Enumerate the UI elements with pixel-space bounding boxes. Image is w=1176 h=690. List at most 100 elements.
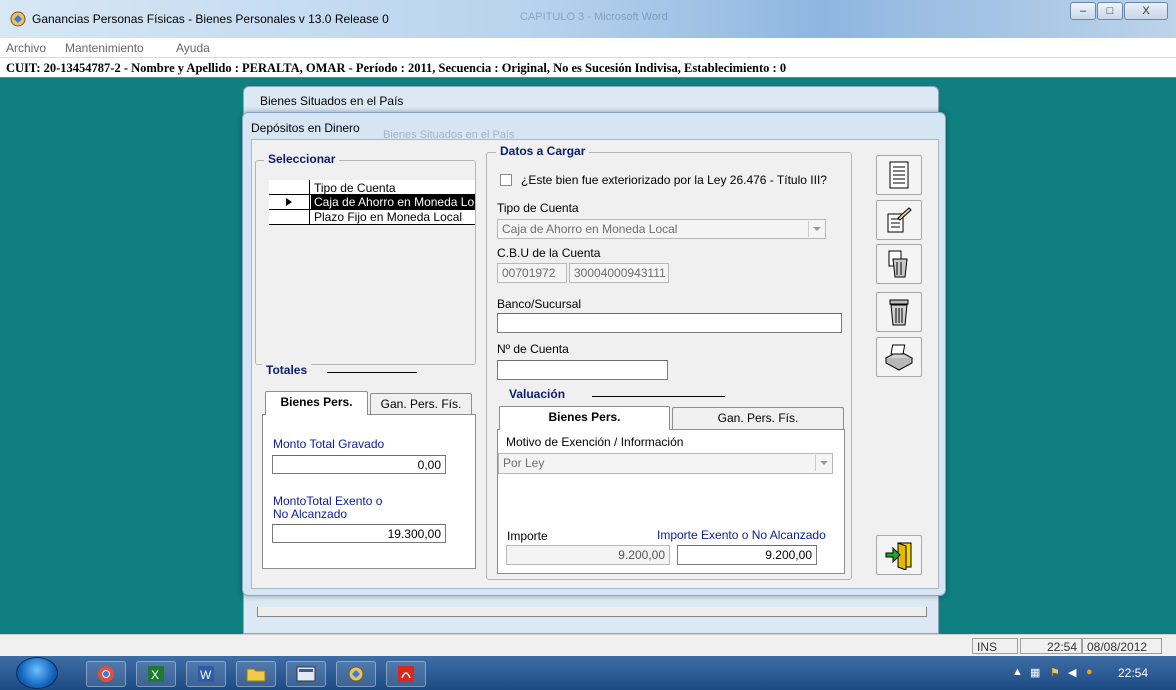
maximize-button[interactable]: □: [1097, 2, 1123, 20]
taskbar-afip[interactable]: [286, 661, 326, 687]
trash-icon: [889, 299, 909, 326]
taxpayer-info-text: CUIT: 20-13454787-2 - Nombre y Apellido …: [6, 61, 787, 75]
tray-arrow-icon[interactable]: ▲: [1012, 666, 1023, 678]
motivo-select[interactable]: Por Ley: [498, 453, 833, 474]
folder-icon: [246, 668, 266, 682]
exteriorizado-label: ¿Este bien fue exteriorizado por la Ley …: [521, 173, 827, 187]
monto-total-gravado-label: Monto Total Gravado: [273, 437, 385, 451]
taskbar-excel[interactable]: X: [136, 661, 176, 687]
list-item-label: Plazo Fijo en Moneda Local: [314, 210, 463, 224]
chevron-down-icon[interactable]: [808, 221, 824, 237]
chevron-down-icon[interactable]: [815, 455, 831, 471]
tipo-cuenta-list: Tipo de Cuenta Caja de Ahorro en Moneda …: [269, 180, 475, 225]
print-button[interactable]: [876, 337, 922, 377]
totales-label: Totales: [262, 363, 312, 377]
status-date: 08/08/2012: [1082, 638, 1162, 654]
importe-label: Importe: [507, 529, 548, 543]
svg-text:X: X: [151, 668, 159, 682]
chrome-icon: [98, 666, 114, 682]
valuacion-rule: [592, 396, 725, 397]
pdf-icon: [398, 666, 414, 682]
tab-valuacion-bienes-pers[interactable]: Bienes Pers.: [499, 406, 670, 430]
edit-record-button[interactable]: [876, 200, 922, 240]
tab-totales-bienes-pers[interactable]: Bienes Pers.: [265, 391, 368, 415]
cbu-part2-field[interactable]: 30004000943111: [569, 263, 669, 283]
exit-button[interactable]: [876, 535, 922, 575]
tray-network-icon[interactable]: ▦: [1030, 666, 1040, 679]
excel-icon: X: [148, 666, 164, 682]
list-item[interactable]: Plazo Fijo en Moneda Local: [269, 210, 475, 225]
cbu-part1-field[interactable]: 00701972: [497, 263, 567, 283]
numero-cuenta-input[interactable]: [497, 360, 668, 380]
numero-cuenta-label: Nº de Cuenta: [497, 342, 569, 356]
svg-text:W: W: [200, 668, 212, 682]
seleccionar-label: Seleccionar: [264, 152, 340, 166]
tab-totales-gan-pers-fis[interactable]: Gan. Pers. Fís.: [370, 393, 472, 415]
tipo-cuenta-select[interactable]: Caja de Ahorro en Moneda Local: [497, 219, 826, 239]
minimize-icon: –: [1079, 5, 1087, 17]
valuacion-label: Valuación: [505, 387, 570, 401]
monto-total-gravado-field[interactable]: 0,00: [272, 455, 446, 474]
importe-exento-field[interactable]: 9.200,00: [677, 545, 817, 565]
tab-valuacion-gan-pers-fis[interactable]: Gan. Pers. Fís.: [672, 407, 844, 429]
motivo-value: Por Ley: [503, 456, 545, 470]
start-button[interactable]: [16, 657, 58, 689]
list-row-indicator: [269, 195, 310, 210]
exteriorizado-checkbox[interactable]: [500, 174, 512, 186]
tray-flag-icon[interactable]: ⚑: [1050, 666, 1060, 679]
taskbar-app[interactable]: [336, 661, 376, 687]
insert-mode-indicator: INS: [972, 638, 1018, 654]
close-icon: X: [1142, 5, 1150, 17]
totales-rule: [327, 372, 417, 373]
close-button[interactable]: X: [1124, 2, 1168, 20]
monto-exento-label-1: MontoTotal Exento o: [273, 494, 383, 508]
banco-sucursal-input[interactable]: [497, 313, 842, 333]
taxpayer-info-bar: CUIT: 20-13454787-2 - Nombre y Apellido …: [0, 58, 1176, 78]
cbu-label: C.B.U de la Cuenta: [497, 246, 601, 260]
trash-button[interactable]: [876, 292, 922, 332]
parent-window-frame: [257, 607, 927, 617]
app-icon: [348, 666, 364, 682]
tipo-cuenta-value: Caja de Ahorro en Moneda Local: [502, 222, 678, 236]
motivo-label: Motivo de Exención / Información: [506, 435, 684, 449]
tipo-cuenta-label: Tipo de Cuenta: [497, 201, 579, 215]
maximize-icon: □: [1106, 5, 1114, 17]
status-time: 22:54: [1020, 638, 1082, 654]
word-icon: W: [198, 666, 214, 682]
monto-exento-field[interactable]: 19.300,00: [272, 524, 446, 543]
delete-record-button[interactable]: [876, 244, 922, 284]
menu-ayuda[interactable]: Ayuda: [176, 41, 210, 55]
taskbar-pdf[interactable]: [386, 661, 426, 687]
document-icon: [889, 161, 909, 189]
list-item-label: Caja de Ahorro en Moneda Lo: [311, 195, 475, 210]
afip-icon: [296, 666, 316, 682]
list-indicator-column: [269, 180, 310, 195]
delete-icon: [888, 250, 908, 278]
taskbar: X W ▲ ▦ ⚑ ◀ ● 22:54: [0, 656, 1176, 690]
menu-mantenimiento[interactable]: Mantenimiento: [65, 41, 144, 55]
new-record-button[interactable]: [876, 155, 922, 195]
parent-window-title: Bienes Situados en el País: [260, 94, 404, 108]
title-bar: Ganancias Personas Físicas - Bienes Pers…: [0, 0, 1176, 38]
edit-icon: [887, 207, 912, 233]
taskbar-clock[interactable]: 22:54: [1118, 666, 1148, 680]
tray-volume-icon[interactable]: ◀: [1068, 666, 1076, 679]
exit-icon: [885, 542, 912, 570]
monto-exento-label-2: No Alcanzado: [273, 507, 348, 521]
datos-a-cargar-label: Datos a Cargar: [496, 144, 590, 158]
list-header: Tipo de Cuenta: [269, 180, 475, 195]
list-item[interactable]: Caja de Ahorro en Moneda Lo: [269, 195, 475, 210]
taskbar-word[interactable]: W: [186, 661, 226, 687]
list-header-label: Tipo de Cuenta: [314, 181, 396, 195]
status-bar: INS 22:54 08/08/2012: [0, 634, 1176, 656]
row-pointer-icon: [286, 198, 292, 206]
dialog-title: Depósitos en Dinero: [251, 121, 360, 135]
menu-bar: Archivo Mantenimiento Ayuda: [0, 38, 1176, 58]
taskbar-chrome[interactable]: [86, 661, 126, 687]
minimize-button[interactable]: –: [1070, 2, 1096, 20]
menu-archivo[interactable]: Archivo: [6, 41, 46, 55]
taskbar-explorer[interactable]: [236, 661, 276, 687]
tray-app-icon[interactable]: ●: [1086, 666, 1093, 678]
print-icon: [884, 344, 914, 371]
importe-field[interactable]: 9.200,00: [506, 545, 670, 565]
